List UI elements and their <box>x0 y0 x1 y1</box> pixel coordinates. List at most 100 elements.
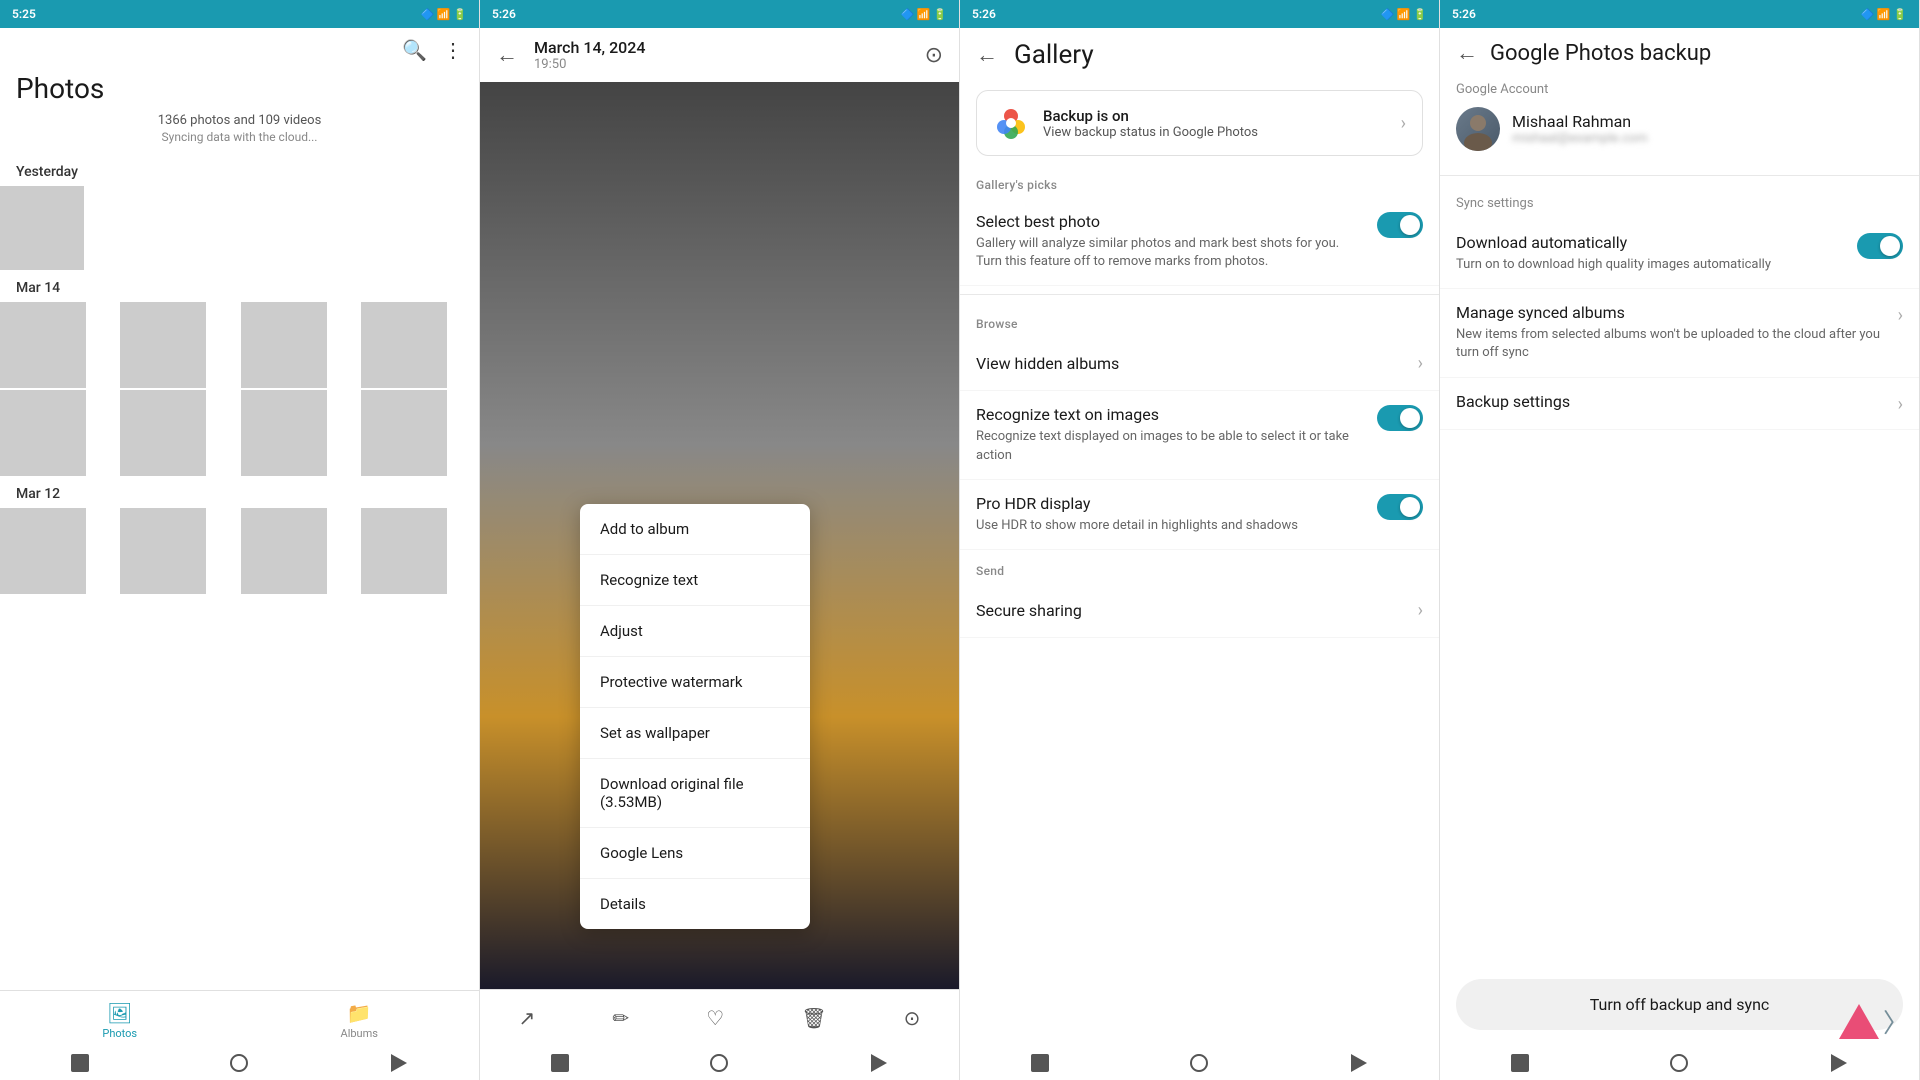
pro-hdr-toggle[interactable] <box>1377 494 1423 520</box>
photo-grid-mar14 <box>0 302 479 478</box>
gallery-back-btn[interactable]: ← <box>976 42 998 68</box>
section-yesterday: Yesterday <box>0 156 479 186</box>
backup-title: Backup is on <box>1043 107 1401 125</box>
backup-settings-title: Backup settings <box>1456 392 1890 411</box>
account-section: Google Account Mishaal Rahman mishaal@ex… <box>1440 74 1919 167</box>
back-circle-btn-2[interactable] <box>710 1054 728 1072</box>
menu-google-lens[interactable]: Google Lens <box>580 828 810 879</box>
back-button[interactable]: ← <box>496 42 518 68</box>
photo-thumb-large[interactable] <box>0 186 84 270</box>
item-info: Select best photo Gallery will analyze s… <box>976 212 1365 271</box>
backup-card[interactable]: Backup is on View backup status in Googl… <box>976 90 1423 156</box>
scan-icon[interactable]: ⊙ <box>925 43 943 68</box>
back-circle-btn[interactable] <box>230 1054 248 1072</box>
menu-download-original[interactable]: Download original file (3.53MB) <box>580 759 810 828</box>
menu-protective-watermark[interactable]: Protective watermark <box>580 657 810 708</box>
panel-detail: 5:26 🔷 📶 🔋 ← March 14, 2024 19:50 ⊙ Add … <box>480 0 960 1080</box>
watermark-logo: 〉 <box>1839 1003 1909 1040</box>
divider-backup <box>1440 175 1919 176</box>
photo-thumb[interactable] <box>241 390 327 476</box>
photo-thumb[interactable] <box>120 302 206 388</box>
secure-sharing-title: Secure sharing <box>976 601 1418 620</box>
photo-thumb[interactable] <box>120 508 206 594</box>
home-btn-3[interactable] <box>1031 1054 1049 1072</box>
logo-triangle-icon <box>1839 1004 1879 1039</box>
more-options-icon[interactable]: ⋮ <box>443 38 463 62</box>
section-mar12: Mar 12 <box>0 478 479 508</box>
favorite-btn[interactable]: ♡ <box>700 1000 730 1036</box>
select-best-photo-toggle[interactable] <box>1377 212 1423 238</box>
download-auto-toggle[interactable] <box>1857 233 1903 259</box>
menu-add-to-album[interactable]: Add to album <box>580 504 810 555</box>
page-title: Photos <box>0 72 479 113</box>
back-circle-btn-3[interactable] <box>1190 1054 1208 1072</box>
turn-off-backup-btn[interactable]: Turn off backup and sync <box>1456 979 1903 1030</box>
search-icon[interactable]: 🔍 <box>402 38 427 62</box>
recognize-text-toggle[interactable] <box>1377 405 1423 431</box>
item-title: Select best photo <box>976 212 1365 231</box>
backup-settings-setting[interactable]: Backup settings › <box>1440 378 1919 430</box>
photo-thumb[interactable] <box>241 508 327 594</box>
backup-back-btn[interactable]: ← <box>1456 40 1478 66</box>
toggle-dot <box>1400 215 1420 235</box>
pro-hdr-item[interactable]: Pro HDR display Use HDR to show more det… <box>960 480 1439 550</box>
share-btn[interactable]: ↗ <box>513 1000 542 1036</box>
delete-btn[interactable]: 🗑 <box>795 1000 832 1036</box>
recents-btn-3[interactable] <box>1351 1054 1367 1072</box>
manage-synced-setting[interactable]: Manage synced albums New items from sele… <box>1440 289 1919 377</box>
photo-thumb[interactable] <box>120 390 206 476</box>
menu-details[interactable]: Details <box>580 879 810 929</box>
photo-thumb[interactable] <box>0 508 86 594</box>
home-btn-2[interactable] <box>551 1054 569 1072</box>
menu-recognize-text[interactable]: Recognize text <box>580 555 810 606</box>
avatar-image <box>1456 107 1500 151</box>
nav-albums[interactable]: 📁 Albums <box>240 991 480 1046</box>
status-time-1: 5:25 <box>12 7 36 21</box>
albums-nav-icon: 📁 <box>347 1001 372 1025</box>
photo-main[interactable]: Add to album Recognize text Adjust Prote… <box>480 82 959 989</box>
recognize-text-item[interactable]: Recognize text on images Recognize text … <box>960 391 1439 479</box>
backup-header: ← Google Photos backup <box>1440 28 1919 74</box>
photo-thumb[interactable] <box>361 508 447 594</box>
secure-sharing-item[interactable]: Secure sharing › <box>960 584 1439 638</box>
context-menu: Add to album Recognize text Adjust Prote… <box>580 504 810 929</box>
system-nav-2 <box>480 1046 959 1080</box>
status-time-3: 5:26 <box>972 7 996 21</box>
system-nav-3 <box>960 1046 1439 1080</box>
recognize-text-desc: Recognize text displayed on images to be… <box>976 428 1365 464</box>
photo-thumb[interactable] <box>241 302 327 388</box>
edit-btn[interactable]: ✏ <box>606 1000 635 1036</box>
nav-photos[interactable]: 🖼 Photos <box>0 991 240 1046</box>
photo-thumb[interactable] <box>0 302 86 388</box>
nav-photos-label: Photos <box>102 1027 137 1040</box>
photo-thumb[interactable] <box>0 390 86 476</box>
gallery-header: ← Gallery <box>960 28 1439 82</box>
recents-btn-4[interactable] <box>1831 1054 1847 1072</box>
recents-btn-2[interactable] <box>871 1054 887 1072</box>
back-circle-btn-4[interactable] <box>1670 1054 1688 1072</box>
photos-nav-icon: 🖼 <box>107 1001 132 1025</box>
view-hidden-albums-item[interactable]: View hidden albums › <box>960 337 1439 391</box>
recents-btn[interactable] <box>391 1054 407 1072</box>
download-auto-info: Download automatically Turn on to downlo… <box>1456 233 1845 274</box>
panel-gallery: 5:26 🔷 📶 🔋 ← Gallery Backup is on View b… <box>960 0 1440 1080</box>
home-btn[interactable] <box>71 1054 89 1072</box>
menu-adjust[interactable]: Adjust <box>580 606 810 657</box>
photo-thumb[interactable] <box>361 302 447 388</box>
sync-status: Syncing data with the cloud... <box>0 128 479 156</box>
pro-hdr-info: Pro HDR display Use HDR to show more det… <box>976 494 1365 535</box>
gallery-title: Gallery <box>1014 40 1094 70</box>
home-btn-4[interactable] <box>1511 1054 1529 1072</box>
status-icons-4: 🔷 📶 🔋 <box>1860 8 1907 21</box>
photo-thumb[interactable] <box>361 390 447 476</box>
more-btn[interactable]: ⊙ <box>898 1000 927 1036</box>
bottom-nav: 🖼 Photos 📁 Albums <box>0 990 479 1046</box>
view-hidden-albums-title: View hidden albums <box>976 354 1418 373</box>
select-best-photo-item[interactable]: Select best photo Gallery will analyze s… <box>960 198 1439 286</box>
download-auto-setting[interactable]: Download automatically Turn on to downlo… <box>1440 219 1919 289</box>
user-name: Mishaal Rahman <box>1512 112 1648 131</box>
account-info: Mishaal Rahman mishaal@example.com <box>1512 112 1648 146</box>
detail-header: ← March 14, 2024 19:50 ⊙ <box>480 28 959 82</box>
menu-set-as-wallpaper[interactable]: Set as wallpaper <box>580 708 810 759</box>
send-label: Send <box>960 550 1439 584</box>
